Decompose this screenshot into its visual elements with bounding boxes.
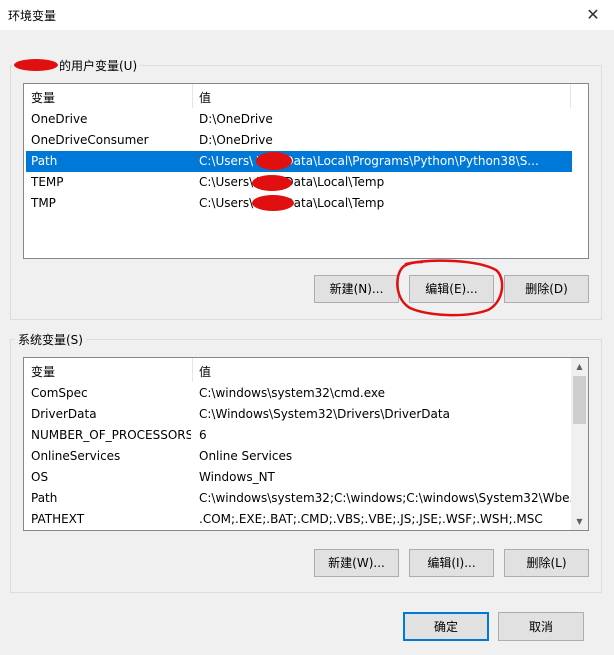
- ok-button[interactable]: 确定: [403, 612, 489, 641]
- list-header: 变量 值: [24, 358, 588, 382]
- column-divider[interactable]: [192, 84, 193, 108]
- header-value[interactable]: 值: [199, 363, 211, 380]
- redaction-mark: [252, 175, 292, 191]
- system-edit-button[interactable]: 编辑(I)...: [409, 549, 494, 577]
- list-item[interactable]: TEMP C:\Users\ \AppData\Local\Temp: [26, 172, 572, 193]
- list-header: 变量 值: [24, 84, 588, 108]
- list-item-selected[interactable]: Path C:\Users\ \AppData\Local\Programs\P…: [26, 151, 572, 172]
- user-vars-label: 的用户变量(U): [12, 57, 141, 74]
- list-item[interactable]: ComSpec C:\windows\system32\cmd.exe: [26, 383, 571, 404]
- cancel-button[interactable]: 取消: [498, 612, 584, 641]
- scroll-up-icon[interactable]: ▲: [571, 358, 588, 375]
- list-item[interactable]: NUMBER_OF_PROCESSORS 6: [26, 425, 571, 446]
- redaction-mark: [256, 152, 292, 170]
- close-icon[interactable]: ✕: [578, 3, 608, 27]
- window-title: 环境变量: [8, 9, 57, 23]
- list-item[interactable]: OneDriveConsumer D:\OneDrive: [26, 130, 572, 151]
- user-delete-button[interactable]: 删除(D): [504, 275, 589, 303]
- header-value[interactable]: 值: [199, 89, 211, 106]
- scrollbar-thumb[interactable]: [573, 376, 586, 424]
- system-new-button[interactable]: 新建(W)...: [314, 549, 399, 577]
- system-vars-label: 系统变量(S): [15, 331, 86, 348]
- list-item[interactable]: OS Windows_NT: [26, 467, 571, 488]
- redaction-mark: [14, 59, 58, 71]
- list-item[interactable]: DriverData C:\Windows\System32\Drivers\D…: [26, 404, 571, 425]
- title-bar: [0, 0, 614, 30]
- column-divider[interactable]: [192, 358, 193, 382]
- list-item[interactable]: Path C:\windows\system32;C:\windows;C:\w…: [26, 488, 571, 509]
- system-delete-button[interactable]: 删除(L): [504, 549, 589, 577]
- scroll-down-icon[interactable]: ▼: [571, 513, 588, 530]
- list-item[interactable]: PATHEXT .COM;.EXE;.BAT;.CMD;.VBS;.VBE;.J…: [26, 509, 571, 530]
- header-variable[interactable]: 变量: [31, 89, 55, 106]
- system-vars-list[interactable]: 变量 值 ComSpec C:\windows\system32\cmd.exe…: [23, 357, 589, 531]
- redaction-mark: [252, 195, 294, 211]
- vertical-scrollbar[interactable]: ▲ ▼: [571, 358, 588, 530]
- user-new-button[interactable]: 新建(N)...: [314, 275, 399, 303]
- list-item[interactable]: OnlineServices Online Services: [26, 446, 571, 467]
- user-vars-list[interactable]: 变量 值 OneDrive D:\OneDrive OneDriveConsum…: [23, 83, 589, 259]
- column-divider[interactable]: [570, 84, 571, 108]
- header-variable[interactable]: 变量: [31, 363, 55, 380]
- list-item[interactable]: TMP C:\Users\ \AppData\Local\Temp: [26, 193, 572, 214]
- annotation-circle: [396, 259, 504, 317]
- list-item[interactable]: OneDrive D:\OneDrive: [26, 109, 572, 130]
